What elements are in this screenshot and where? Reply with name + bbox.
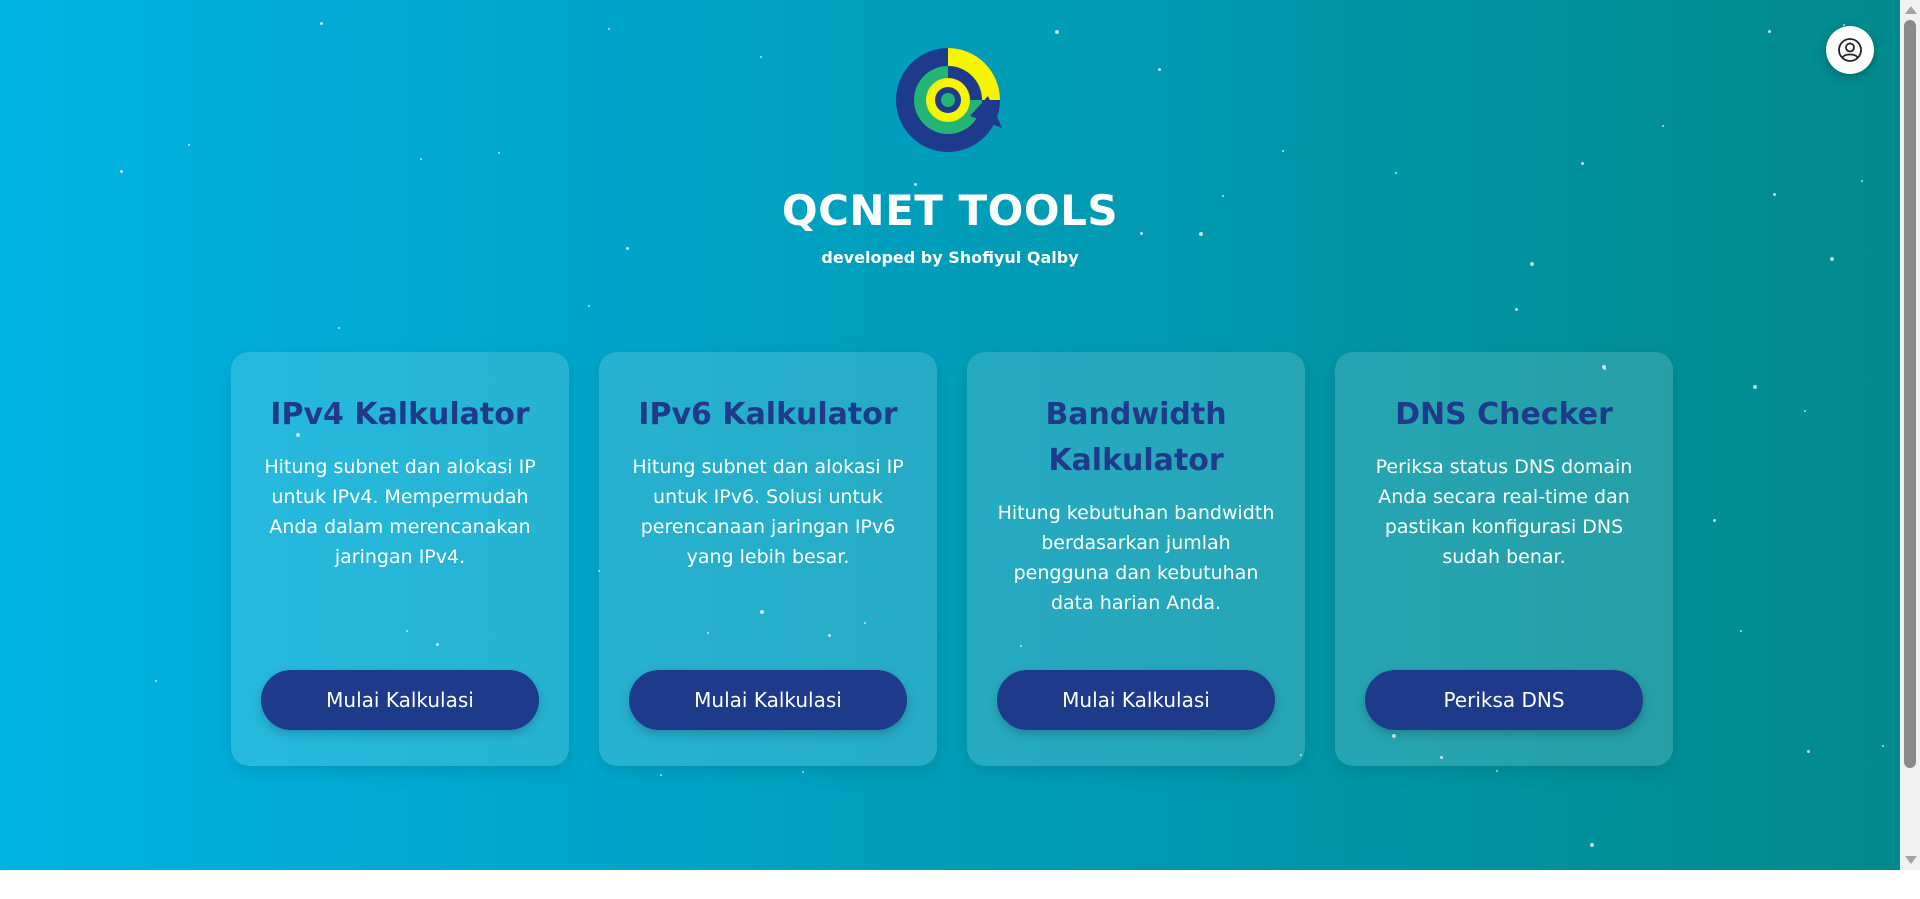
star-dot [1882, 745, 1884, 747]
star-dot [338, 327, 340, 329]
star-dot [1496, 770, 1498, 772]
star-dot [1662, 125, 1664, 127]
star-dot [1282, 150, 1284, 152]
card-ipv4-calculator: IPv4 Kalkulator Hitung subnet dan alokas… [231, 352, 569, 766]
start-ipv4-calculation-button[interactable]: Mulai Kalkulasi [261, 670, 539, 730]
card-description: Hitung subnet dan alokasi IP untuk IPv6.… [632, 456, 904, 568]
star-dot [320, 22, 323, 25]
start-bandwidth-calculation-button[interactable]: Mulai Kalkulasi [997, 670, 1275, 730]
star-dot [1581, 162, 1584, 165]
card-title: DNS Checker [1395, 397, 1613, 432]
star-dot [1804, 410, 1806, 412]
star-dot [588, 305, 590, 307]
profile-button[interactable] [1826, 26, 1874, 74]
tools-grid: IPv4 Kalkulator Hitung subnet dan alokas… [231, 352, 1673, 766]
star-dot [760, 56, 762, 58]
star-dot [1807, 750, 1810, 753]
vertical-scrollbar[interactable] [1900, 0, 1920, 870]
user-circle-icon [1838, 38, 1862, 62]
star-dot [1590, 843, 1594, 847]
start-ipv6-calculation-button[interactable]: Mulai Kalkulasi [629, 670, 907, 730]
card-title: IPv6 Kalkulator [638, 397, 898, 432]
star-dot [1753, 385, 1757, 389]
star-dot [608, 28, 610, 30]
star-dot [188, 144, 190, 146]
card-dns-checker: DNS Checker Periksa status DNS domain An… [1335, 352, 1673, 766]
card-description: Periksa status DNS domain Anda secara re… [1375, 456, 1633, 568]
card-title: Bandwidth Kalkulator [1045, 397, 1227, 478]
star-dot [498, 152, 500, 154]
star-dot [1861, 180, 1863, 182]
page-background: QCNET TOOLS developed by Shofiyul Qalby … [0, 0, 1900, 870]
card-ipv6-calculator: IPv6 Kalkulator Hitung subnet dan alokas… [599, 352, 937, 766]
scroll-up-arrow-icon[interactable] [1905, 6, 1917, 14]
star-dot [1713, 519, 1716, 522]
card-description: Hitung subnet dan alokasi IP untuk IPv4.… [264, 456, 536, 568]
star-dot [1395, 172, 1397, 174]
page-subtitle: developed by Shofiyul Qalby [821, 248, 1079, 267]
qcnet-logo-icon [896, 48, 1002, 152]
card-bandwidth-calculator: Bandwidth Kalkulator Hitung kebutuhan ba… [967, 352, 1305, 766]
card-description: Hitung kebutuhan bandwidth berdasarkan j… [997, 502, 1275, 614]
star-dot [1740, 630, 1742, 632]
page-title: QCNET TOOLS [781, 186, 1119, 235]
star-dot [1515, 308, 1518, 311]
star-dot [660, 774, 662, 776]
star-dot [420, 158, 422, 160]
star-dot [155, 680, 157, 682]
scroll-down-arrow-icon[interactable] [1905, 856, 1917, 864]
card-title: IPv4 Kalkulator [270, 397, 530, 432]
check-dns-button[interactable]: Periksa DNS [1365, 670, 1643, 730]
star-dot [1158, 68, 1161, 71]
star-dot [802, 771, 804, 773]
star-dot [1768, 30, 1771, 33]
scrollbar-thumb[interactable] [1904, 20, 1916, 768]
star-dot [1055, 30, 1059, 34]
star-dot [120, 170, 123, 173]
